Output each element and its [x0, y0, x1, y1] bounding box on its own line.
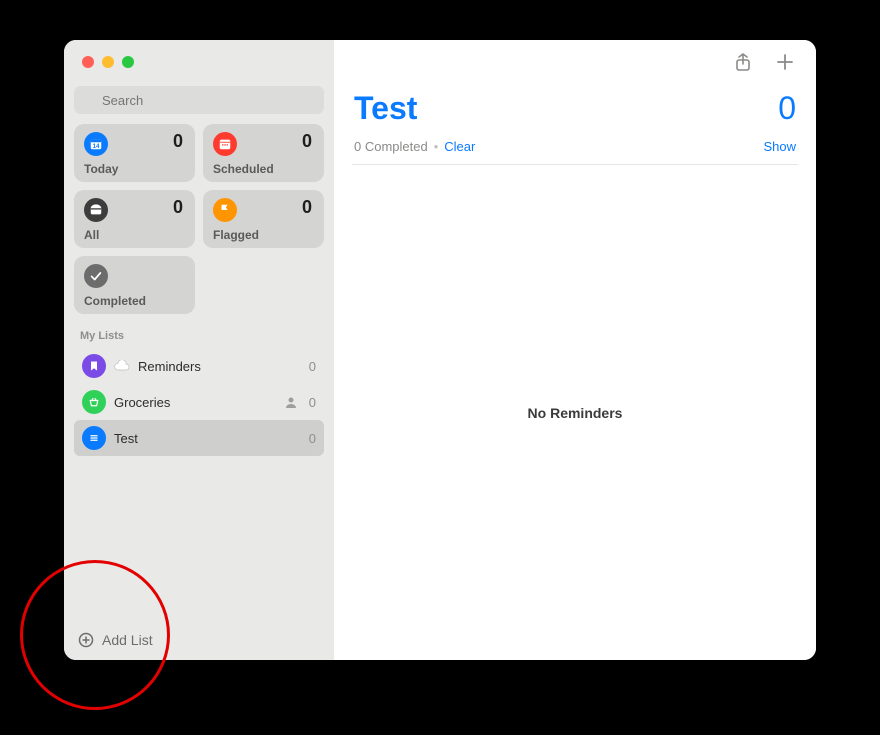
shared-icon	[283, 394, 299, 410]
list-icon	[82, 426, 106, 450]
main-toolbar	[352, 40, 798, 84]
add-list-button[interactable]: Add List	[64, 624, 334, 652]
smart-list-flagged[interactable]: 0 Flagged	[203, 190, 324, 248]
smart-label-scheduled: Scheduled	[213, 162, 274, 176]
separator-dot: •	[434, 139, 439, 154]
show-link[interactable]: Show	[763, 139, 796, 154]
plus-circle-icon	[78, 632, 94, 648]
smart-count-today: 0	[173, 131, 183, 152]
bookmark-icon	[82, 354, 106, 378]
flagged-icon	[213, 198, 237, 222]
smart-list-completed[interactable]: Completed	[74, 256, 195, 314]
list-name: Reminders	[138, 359, 301, 374]
smart-lists-row-1: 14 0 Today 0 Scheduled	[64, 124, 334, 182]
smart-lists-row-2: 0 All 0 Flagged	[64, 182, 334, 248]
list-row-groceries[interactable]: Groceries 0	[74, 384, 324, 420]
smart-label-all: All	[84, 228, 99, 242]
plus-icon	[775, 52, 795, 72]
list-title: Test	[354, 90, 417, 127]
list-count: 0	[309, 431, 316, 446]
add-list-label: Add List	[102, 632, 153, 648]
completed-text: 0 Completed	[354, 139, 428, 154]
clear-link[interactable]: Clear	[444, 139, 475, 154]
list-row-reminders[interactable]: Reminders 0	[74, 348, 324, 384]
completed-icon	[84, 264, 108, 288]
smart-label-flagged: Flagged	[213, 228, 259, 242]
completed-row: 0 Completed • Clear Show	[352, 129, 798, 165]
svg-text:14: 14	[93, 143, 100, 150]
all-icon	[84, 198, 108, 222]
smart-list-all[interactable]: 0 All	[74, 190, 195, 248]
smart-label-completed: Completed	[84, 294, 146, 308]
search-input[interactable]	[74, 86, 324, 114]
empty-state: No Reminders	[352, 165, 798, 660]
traffic-lights	[64, 40, 334, 78]
close-window-button[interactable]	[82, 56, 94, 68]
smart-count-all: 0	[173, 197, 183, 218]
sidebar: 14 0 Today 0 Scheduled 0 All	[64, 40, 334, 660]
list-total-count: 0	[778, 90, 796, 127]
list-header: Test 0	[352, 84, 798, 129]
new-reminder-button[interactable]	[772, 49, 798, 75]
basket-icon	[82, 390, 106, 414]
cloud-icon	[114, 360, 130, 372]
zoom-window-button[interactable]	[122, 56, 134, 68]
today-icon: 14	[84, 132, 108, 156]
empty-text: No Reminders	[528, 405, 623, 421]
list-count: 0	[309, 395, 316, 410]
smart-label-today: Today	[84, 162, 118, 176]
main-panel: Test 0 0 Completed • Clear Show No Remin…	[334, 40, 816, 660]
my-lists-header: My Lists	[64, 314, 334, 348]
smart-count-flagged: 0	[302, 197, 312, 218]
list-count: 0	[309, 359, 316, 374]
share-icon	[733, 52, 753, 72]
list-name: Test	[114, 431, 301, 446]
smart-count-scheduled: 0	[302, 131, 312, 152]
smart-list-scheduled[interactable]: 0 Scheduled	[203, 124, 324, 182]
list-row-test[interactable]: Test 0	[74, 420, 324, 456]
scheduled-icon	[213, 132, 237, 156]
minimize-window-button[interactable]	[102, 56, 114, 68]
list-name: Groceries	[114, 395, 275, 410]
smart-lists-row-3: Completed	[64, 248, 334, 314]
smart-list-today[interactable]: 14 0 Today	[74, 124, 195, 182]
search-container	[64, 78, 334, 124]
app-window: 14 0 Today 0 Scheduled 0 All	[64, 40, 816, 660]
share-button[interactable]	[730, 49, 756, 75]
